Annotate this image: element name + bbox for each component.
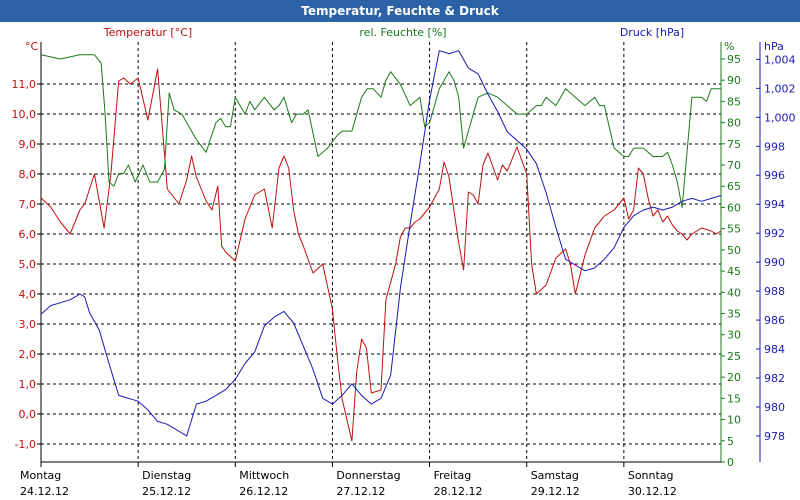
temperature-tick-label: 9,0	[19, 138, 37, 151]
x-date-label: 25.12.12	[142, 485, 191, 498]
humidity-tick-label: 90	[727, 74, 741, 87]
chart-title: Temperatur, Feuchte & Druck	[301, 4, 499, 18]
pressure-tick-label: 978	[764, 430, 785, 443]
x-day-label: Montag	[20, 469, 61, 482]
pressure-tick-label: 994	[764, 198, 785, 211]
humidity-tick-label: 20	[727, 371, 741, 384]
pressure-tick-label: 984	[764, 343, 785, 356]
humidity-tick-label: 15	[727, 392, 741, 405]
humidity-tick-label: 55	[727, 223, 741, 236]
pressure-tick-label: 1,004	[764, 53, 796, 66]
humidity-tick-label: 95	[727, 53, 741, 66]
humidity-tick-label: 45	[727, 265, 741, 278]
x-day-label: Dienstag	[142, 469, 191, 482]
legend-temperature: Temperatur [°C]	[103, 26, 192, 39]
pressure-tick-label: 996	[764, 169, 785, 182]
pressure-tick-label: 1,002	[764, 82, 796, 95]
temperature-tick-label: 2,0	[19, 348, 37, 361]
pressure-tick-label: 998	[764, 140, 785, 153]
x-day-label: Mittwoch	[239, 469, 289, 482]
x-date-label: 28.12.12	[434, 485, 483, 498]
humidity-tick-label: 65	[727, 180, 741, 193]
pressure-tick-label: 986	[764, 314, 785, 327]
humidity-tick-label: 70	[727, 159, 741, 172]
x-date-label: 27.12.12	[336, 485, 385, 498]
temperature-tick-label: 11,0	[12, 78, 37, 91]
humidity-tick-label: 35	[727, 308, 741, 321]
humidity-tick-label: 10	[727, 414, 741, 427]
x-day-label: Samstag	[531, 469, 579, 482]
temperature-tick-label: 6,0	[19, 228, 37, 241]
x-date-label: 26.12.12	[239, 485, 288, 498]
legend-pressure: Druck [hPa]	[620, 26, 684, 39]
pressure-tick-label: 992	[764, 227, 785, 240]
temperature-unit: °C	[25, 40, 39, 53]
humidity-unit: %	[724, 40, 734, 53]
x-day-label: Donnerstag	[336, 469, 400, 482]
temperature-tick-label: 3,0	[19, 318, 37, 331]
humidity-tick-label: 85	[727, 95, 741, 108]
weather-chart: -1,0 0,0 1,0 2,0 3,0 4,0 5,0 6,0 7,0 8,0 9,0 10,0 11…	[0, 22, 800, 500]
legend-humidity: rel. Feuchte [%]	[359, 26, 446, 39]
pressure-tick-label: 982	[764, 372, 785, 385]
humidity-tick-label: 40	[727, 286, 741, 299]
x-day-label: Freitag	[434, 469, 472, 482]
humidity-tick-label: 80	[727, 117, 741, 130]
pressure-tick-label: 1,000	[764, 111, 796, 124]
temperature-tick-label: 8,0	[19, 168, 37, 181]
humidity-tick-label: 50	[727, 244, 741, 257]
humidity-tick-label: 5	[727, 435, 734, 448]
humidity-tick-label: 25	[727, 350, 741, 363]
x-date-label: 30.12.12	[628, 485, 677, 498]
pressure-tick-label: 980	[764, 401, 785, 414]
pressure-tick-label: 990	[764, 256, 785, 269]
temperature-tick-label: 7,0	[19, 198, 37, 211]
temperature-tick-label: -1,0	[15, 438, 36, 451]
temperature-tick-label: 4,0	[19, 288, 37, 301]
temperature-tick-label: 1,0	[19, 378, 37, 391]
pressure-tick-label: 988	[764, 285, 785, 298]
temperature-tick-label: 0,0	[19, 408, 37, 421]
humidity-tick-label: 0	[727, 456, 734, 469]
chart-title-bar: Temperatur, Feuchte & Druck	[0, 0, 800, 22]
temperature-tick-label: 5,0	[19, 258, 37, 271]
humidity-tick-label: 75	[727, 138, 741, 151]
humidity-tick-label: 60	[727, 201, 741, 214]
pressure-unit: hPa	[764, 40, 784, 53]
x-date-label: 29.12.12	[531, 485, 580, 498]
humidity-tick-label: 30	[727, 329, 741, 342]
x-day-label: Sonntag	[628, 469, 674, 482]
x-date-label: 24.12.12	[20, 485, 69, 498]
temperature-tick-label: 10,0	[12, 108, 37, 121]
